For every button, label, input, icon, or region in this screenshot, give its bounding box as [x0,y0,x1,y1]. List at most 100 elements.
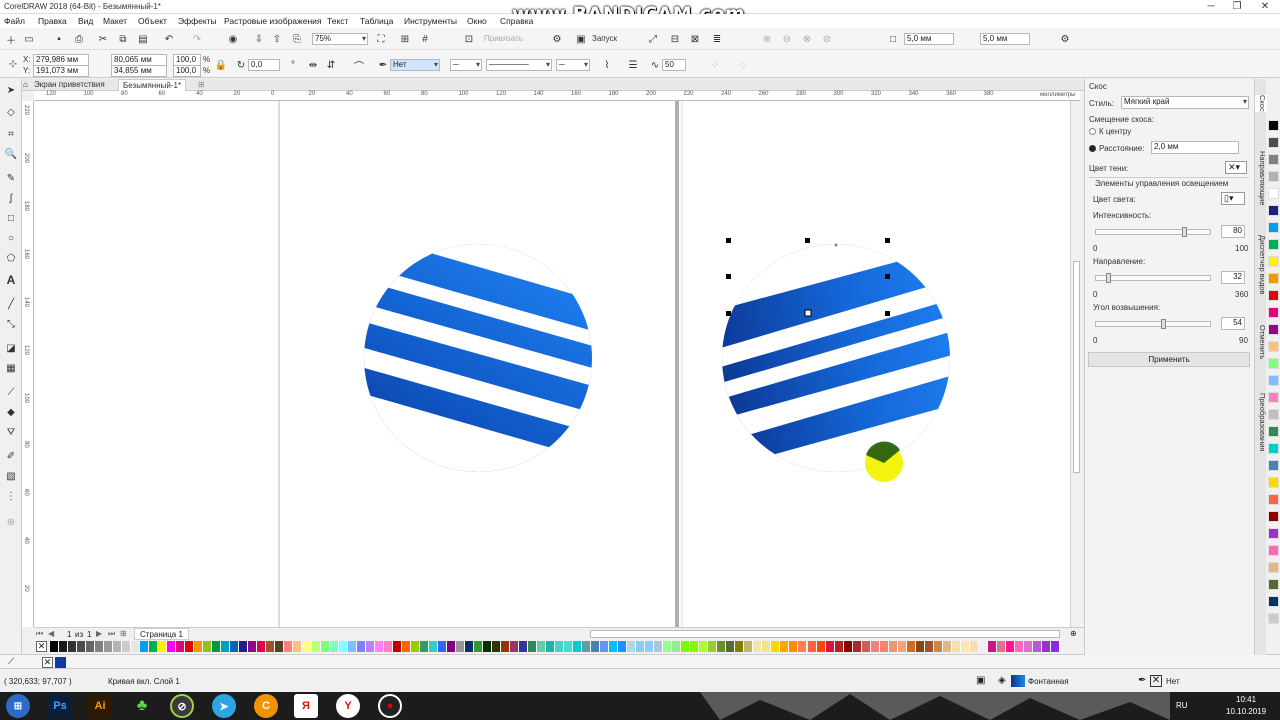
artistic-media-icon[interactable]: ∫ [4,191,18,205]
mirror-vertical-icon[interactable]: ⇵ [324,58,338,72]
ellipse-tool-icon[interactable]: ○ [4,231,18,245]
shape-tool-icon[interactable]: ◇ [4,105,18,119]
palette-swatch[interactable] [942,641,952,652]
menu-view[interactable]: Вид [78,16,93,26]
palette-swatch[interactable] [699,641,709,652]
palette-swatch[interactable] [618,641,628,652]
trim-icon[interactable]: ⊖ [780,32,794,46]
doc-no-color-swatch[interactable]: ✕ [42,657,53,668]
to-center-radio[interactable] [1089,128,1096,135]
palette-swatch[interactable] [843,641,853,652]
palette-swatch[interactable] [726,641,736,652]
palette-swatch[interactable] [545,641,555,652]
palette-swatch[interactable] [924,641,934,652]
palette-swatch[interactable] [825,641,835,652]
show-grid-icon[interactable]: # [418,32,432,46]
bevel-style-select[interactable]: Мягкий край [1121,96,1249,109]
taskbar-illustrator[interactable]: Ai [88,694,112,718]
crop-tool-icon[interactable]: ⌗ [4,127,18,141]
side-tab-bevel[interactable]: Скос [1255,95,1267,112]
palette-swatch[interactable] [987,641,997,652]
menu-tools[interactable]: Инструменты [404,16,457,26]
palette-swatch[interactable] [1268,358,1279,369]
palette-swatch[interactable] [500,641,510,652]
palette-swatch[interactable] [284,641,294,652]
simplify-icon[interactable]: ⊘ [820,32,834,46]
palette-swatch[interactable] [518,641,528,652]
elevation-slider[interactable] [1095,319,1211,329]
menu-help[interactable]: Справка [500,16,533,26]
launch-dropdown[interactable]: Запуск [592,34,617,43]
palette-swatch[interactable] [86,641,96,652]
palette-swatch[interactable] [383,641,393,652]
duplicate-distance-field[interactable]: 5,0 мм [980,33,1030,45]
paste-icon[interactable]: ▤ [136,32,150,46]
node-edit-icon[interactable]: ⌒ [352,58,366,73]
nudge-icon[interactable]: □ [886,32,900,46]
palette-swatch[interactable] [302,641,312,652]
copy-icon[interactable]: ⧉ [116,32,130,46]
add-tab-icon[interactable]: ⊞ [198,80,205,89]
rotation-angle-field[interactable]: 0,0 [248,59,280,71]
palette-swatch[interactable] [1041,641,1051,652]
next-page-icon[interactable]: ▶ [96,629,102,638]
minimize-button[interactable]: ─ [1200,0,1222,14]
menu-object[interactable]: Объект [138,16,167,26]
pick-tool-icon[interactable]: ➤ [4,83,18,97]
palette-swatch[interactable] [167,641,177,652]
height-field[interactable]: 34,855 мм [111,65,167,77]
import-icon[interactable]: ⇩ [252,32,266,46]
palette-swatch[interactable] [1268,613,1279,624]
palette-swatch[interactable] [437,641,447,652]
palette-swatch[interactable] [933,641,943,652]
tab-welcome[interactable]: Экран приветствия [20,79,109,91]
side-tab-undo[interactable]: Отменить [1255,325,1267,359]
show-rulers-icon[interactable]: ⊞ [398,32,412,46]
last-page-icon[interactable]: ⏭ [108,629,115,639]
clock-time[interactable]: 10:41 [1236,695,1256,704]
beveled-circle-right[interactable] [714,231,974,491]
zoom-level-select[interactable]: 75% [312,33,368,45]
language-indicator[interactable]: RU [1176,701,1188,710]
palette-swatch[interactable] [203,641,213,652]
palette-swatch[interactable] [392,641,402,652]
palette-swatch[interactable] [807,641,817,652]
full-screen-icon[interactable]: ⛶ [374,32,388,46]
palette-swatch[interactable] [582,641,592,652]
palette-swatch[interactable] [672,641,682,652]
palette-swatch[interactable] [636,641,646,652]
drawing-canvas[interactable] [34,101,1070,627]
palette-swatch[interactable] [455,641,465,652]
palette-swatch[interactable] [104,641,114,652]
palette-swatch[interactable] [221,641,231,652]
prev-page-icon[interactable]: ◀ [48,629,54,638]
palette-swatch[interactable] [888,641,898,652]
intersect-icon[interactable]: ⊗ [800,32,814,46]
snap-to-dropdown[interactable]: Привязать [484,34,523,43]
scale-y-field[interactable]: 100,0 [173,65,201,77]
palette-swatch[interactable] [536,641,546,652]
palette-swatch[interactable] [654,641,664,652]
palette-swatch[interactable] [1268,409,1279,420]
right-color-palette[interactable] [1267,120,1280,655]
palette-swatch[interactable] [1268,494,1279,505]
taskbar-coreldraw[interactable]: ⊘ [170,694,194,718]
zoom-icon[interactable]: ⊕ [1070,629,1077,638]
drop-shadow-icon[interactable]: ◪ [4,341,18,355]
direction-field[interactable]: 32 [1221,271,1245,284]
smoothing-icon[interactable]: ∿ [648,58,662,72]
palette-swatch[interactable] [374,641,384,652]
close-curve-icon[interactable]: ⌇ [600,58,614,72]
palette-swatch[interactable] [329,641,339,652]
no-color-swatch[interactable]: ✕ [36,641,47,652]
palette-swatch[interactable] [464,641,474,652]
options-gear-icon[interactable]: ⚙ [550,32,564,46]
menu-file[interactable]: Файл [4,16,25,26]
palette-swatch[interactable] [861,641,871,652]
outline-swatch[interactable]: ✕ [1150,675,1162,687]
vertical-scroll-thumb[interactable] [1073,261,1080,473]
menu-table[interactable]: Таблица [360,16,393,26]
first-page-icon[interactable]: ⏮ [36,629,43,639]
end-arrow-select[interactable]: ─ [556,59,590,71]
taskbar-telegram[interactable]: ➤ [212,694,236,718]
